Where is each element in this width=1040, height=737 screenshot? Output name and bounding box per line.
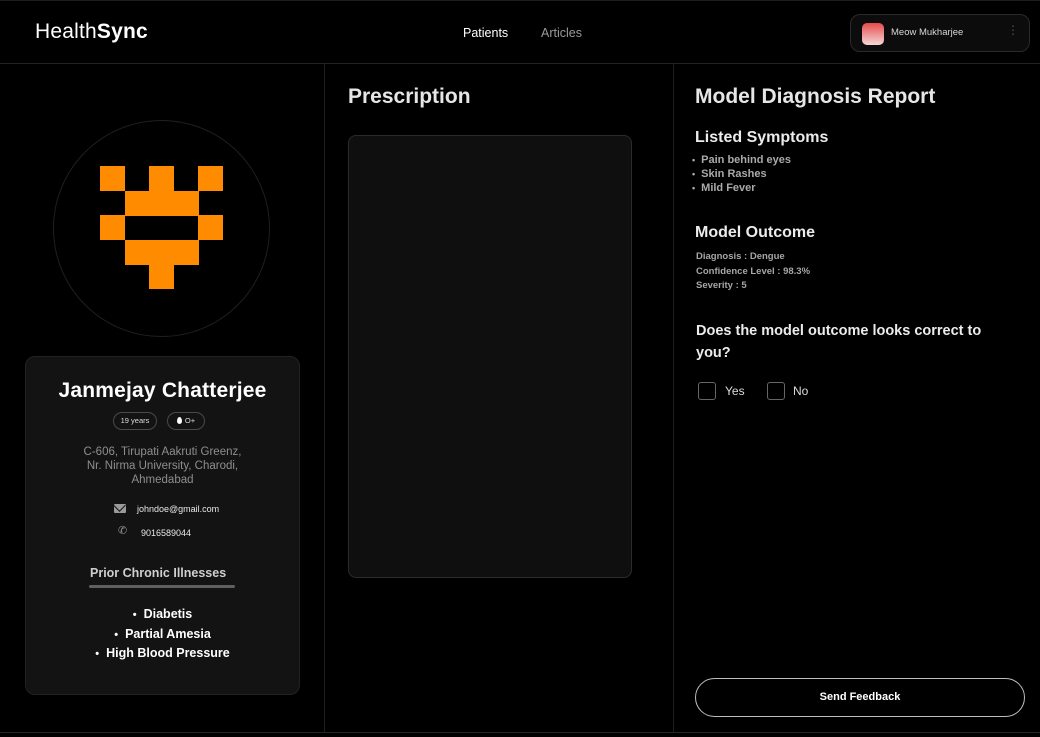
nav-articles-link[interactable]: Articles [541, 26, 582, 40]
patient-name: Janmejay Chatterjee [58, 379, 267, 402]
user-name: Meow Mukharjee [891, 27, 964, 38]
no-checkbox[interactable] [767, 382, 785, 400]
list-item: High Blood Pressure [26, 644, 299, 664]
address-line-3: Ahmedabad [131, 474, 194, 486]
bottom-divider [0, 732, 1040, 733]
list-item: Mild Fever [692, 181, 791, 195]
confidence-value: Confidence Level : 98.3% [696, 265, 811, 277]
user-avatar [862, 23, 884, 45]
yes-checkbox[interactable] [698, 382, 716, 400]
feedback-question: Does the model outcome looks correct to … [696, 323, 982, 361]
blood-group-text: O+ [184, 416, 196, 425]
logo-bold-text: Sync [96, 20, 148, 43]
nav-patients-link[interactable]: Patients [463, 26, 508, 40]
model-outcome-heading: Model Outcome [695, 224, 816, 241]
address-line-1: C-606, Tirupati Aakruti Greenz, [83, 446, 242, 458]
blood-group-badge: O+ [167, 412, 205, 430]
drop-icon [176, 417, 182, 424]
patient-address: C-606, Tirupati Aakruti Greenz, Nr. Nirm… [26, 445, 299, 487]
model-outcome-details: Diagnosis : Dengue Confidence Level : 98… [696, 250, 810, 294]
symptoms-heading: Listed Symptoms [695, 129, 829, 146]
list-item: Diabetis [26, 605, 299, 625]
send-feedback-button[interactable]: Send Feedback [695, 678, 1025, 717]
phone-icon: ✆ [118, 525, 128, 537]
diagnosis-value: Diagnosis : Dengue [696, 251, 785, 262]
age-badge: 19 years [113, 412, 157, 430]
patient-identicon [100, 166, 224, 290]
patient-phone[interactable]: 9016589044 [141, 528, 191, 538]
user-profile-chip[interactable]: Meow Mukharjee ⋮ [850, 14, 1030, 52]
no-label[interactable]: No [793, 384, 808, 398]
symptom-list: Pain behind eyes Skin Rashes Mild Fever [692, 153, 791, 195]
column-divider-left [324, 64, 325, 732]
yes-label[interactable]: Yes [725, 384, 745, 398]
app-logo[interactable]: HealthSync [35, 20, 148, 44]
chronic-heading-underline [89, 585, 235, 588]
logo-light-text: Health [35, 20, 97, 43]
top-header: HealthSync Patients Articles Meow Mukhar… [0, 0, 1040, 64]
list-item: Skin Rashes [692, 167, 791, 181]
app-root: HealthSync Patients Articles Meow Mukhar… [0, 0, 1040, 737]
diagnosis-report-title: Model Diagnosis Report [695, 85, 936, 108]
prescription-title: Prescription [348, 85, 471, 108]
list-item: Pain behind eyes [692, 153, 791, 167]
address-line-2: Nr. Nirma University, Charodi, [86, 460, 239, 472]
severity-value: Severity : 5 [696, 280, 747, 291]
chronic-illness-list: Diabetis Partial Amesia High Blood Press… [26, 605, 299, 664]
patient-profile-card: Janmejay Chatterjee 19 years O+ C-606, T… [25, 356, 300, 695]
chronic-illnesses-heading: Prior Chronic Illnesses [90, 566, 227, 580]
column-divider-right [673, 64, 674, 732]
list-item: Partial Amesia [26, 625, 299, 645]
prescription-input-area[interactable] [348, 135, 632, 578]
kebab-menu-icon[interactable]: ⋮ [1007, 24, 1019, 36]
patient-email[interactable]: johndoe@gmail.com [137, 504, 219, 514]
mail-icon [114, 504, 126, 513]
